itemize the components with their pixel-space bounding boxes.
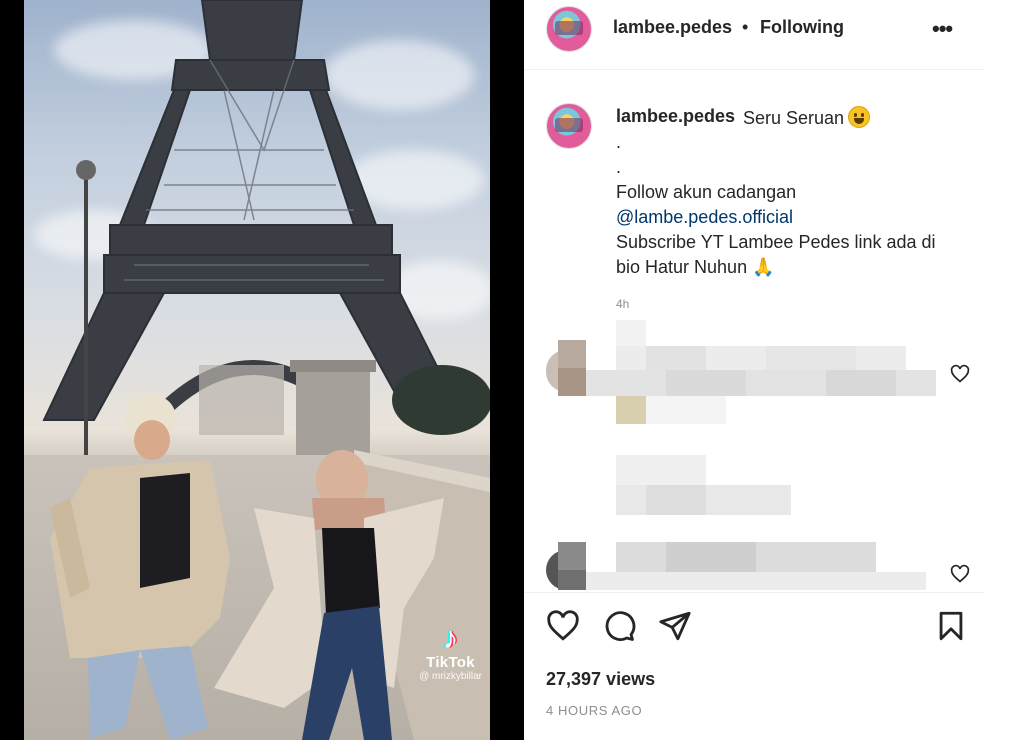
censored-comment-1 <box>546 320 936 515</box>
caption-title: Seru Seruan <box>743 106 871 129</box>
media-frame: ♪ TikTok @ mrizkybillar <box>0 0 524 740</box>
caption-dot-1: . <box>616 132 622 152</box>
right-margin <box>984 0 1024 756</box>
tiktok-watermark-handle: @ mrizkybillar <box>419 671 482 682</box>
caption-dot-2: . <box>616 157 622 177</box>
folded-hands-emoji-icon: 🙏 <box>752 257 775 277</box>
caption-line-bio-text: bio Hatur Nuhun <box>616 257 748 277</box>
post-header: lambee.pedes • Following ••• <box>524 0 984 70</box>
grinning-emoji-icon <box>848 106 871 128</box>
caption-age: 4h <box>616 297 630 311</box>
heart-icon[interactable] <box>546 609 580 643</box>
author-avatar[interactable] <box>546 6 592 52</box>
bookmark-icon[interactable] <box>934 609 968 643</box>
more-options-icon[interactable]: ••• <box>932 16 953 42</box>
author-username[interactable]: lambee.pedes <box>613 17 732 38</box>
header-separator: • <box>742 17 749 37</box>
caption-username[interactable]: lambee.pedes <box>616 106 735 127</box>
paper-plane-icon[interactable] <box>658 609 692 643</box>
censored-comment-2 <box>546 542 926 590</box>
following-button[interactable]: Following <box>760 17 844 38</box>
comment-icon[interactable] <box>602 609 636 643</box>
caption-title-text: Seru Seruan <box>743 108 845 128</box>
post-panel: lambee.pedes • Following ••• lambee.pede… <box>524 0 984 740</box>
post-video[interactable]: ♪ TikTok @ mrizkybillar <box>24 0 490 740</box>
caption-line-follow: Follow akun cadangan <box>616 182 797 202</box>
post-timestamp[interactable]: 4 HOURS AGO <box>546 703 642 718</box>
person-left-illustration <box>50 394 230 740</box>
like-comment-heart-icon[interactable] <box>950 364 970 384</box>
tiktok-watermark: ♪ TikTok @ mrizkybillar <box>419 622 482 683</box>
censored-comments-area <box>546 320 936 590</box>
caption-line-subscribe: Subscribe YT Lambee Pedes link ada di <box>616 232 936 252</box>
like-comment-heart-icon[interactable] <box>950 564 970 584</box>
post-actions: 27,397 views 4 HOURS AGO <box>524 592 984 740</box>
caption-avatar[interactable] <box>546 103 592 149</box>
caption-mention-link[interactable]: @lambe.pedes.official <box>616 207 793 228</box>
person-right-illustration <box>214 450 444 740</box>
bottom-margin <box>0 740 1024 756</box>
caption-line-bio: bio Hatur Nuhun 🙏 <box>616 257 775 278</box>
tiktok-watermark-name: TikTok <box>426 654 475 671</box>
view-count[interactable]: 27,397 views <box>546 669 655 690</box>
tiktok-logo-icon: ♪ <box>443 622 459 655</box>
